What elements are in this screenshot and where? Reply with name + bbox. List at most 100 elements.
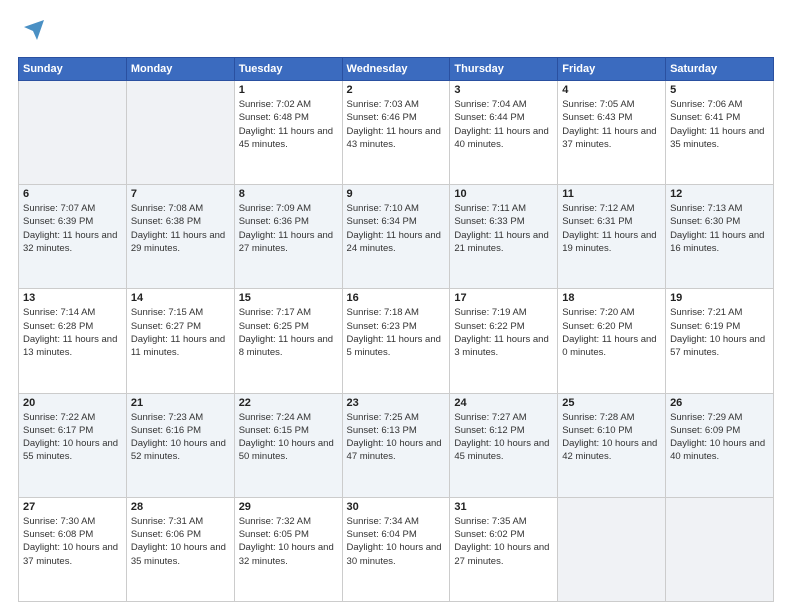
day-number: 13 [23,292,122,304]
day-info: Sunrise: 7:13 AMSunset: 6:30 PMDaylight:… [670,202,769,255]
calendar-cell: 14 Sunrise: 7:15 AMSunset: 6:27 PMDayligh… [126,289,234,393]
day-number: 17 [454,292,553,304]
day-info: Sunrise: 7:23 AMSunset: 6:16 PMDaylight:… [131,411,230,464]
day-number: 30 [347,501,446,513]
calendar-cell: 20 Sunrise: 7:22 AMSunset: 6:17 PMDayligh… [19,393,127,497]
day-info: Sunrise: 7:25 AMSunset: 6:13 PMDaylight:… [347,411,446,464]
day-number: 14 [131,292,230,304]
calendar-cell: 24 Sunrise: 7:27 AMSunset: 6:12 PMDayligh… [450,393,558,497]
day-info: Sunrise: 7:32 AMSunset: 6:05 PMDaylight:… [239,515,338,568]
weekday-header: Thursday [450,58,558,81]
day-info: Sunrise: 7:12 AMSunset: 6:31 PMDaylight:… [562,202,661,255]
day-info: Sunrise: 7:18 AMSunset: 6:23 PMDaylight:… [347,306,446,359]
day-number: 20 [23,397,122,409]
day-info: Sunrise: 7:28 AMSunset: 6:10 PMDaylight:… [562,411,661,464]
day-info: Sunrise: 7:30 AMSunset: 6:08 PMDaylight:… [23,515,122,568]
day-info: Sunrise: 7:02 AMSunset: 6:48 PMDaylight:… [239,98,338,151]
header [18,18,774,47]
day-info: Sunrise: 7:34 AMSunset: 6:04 PMDaylight:… [347,515,446,568]
day-number: 9 [347,188,446,200]
calendar-cell [126,81,234,185]
day-number: 18 [562,292,661,304]
day-number: 2 [347,84,446,96]
day-number: 21 [131,397,230,409]
calendar-cell: 18 Sunrise: 7:20 AMSunset: 6:20 PMDayligh… [558,289,666,393]
calendar-cell: 21 Sunrise: 7:23 AMSunset: 6:16 PMDayligh… [126,393,234,497]
day-number: 24 [454,397,553,409]
calendar-cell: 30 Sunrise: 7:34 AMSunset: 6:04 PMDayligh… [342,497,450,601]
calendar-cell: 22Sunrise: 7:24 AMSunset: 6:15 PMDayligh… [234,393,342,497]
day-info: Sunrise: 7:17 AMSunset: 6:25 PMDaylight:… [239,306,338,359]
calendar-cell: 19 Sunrise: 7:21 AMSunset: 6:19 PMDayligh… [666,289,774,393]
calendar-cell: 10 Sunrise: 7:11 AMSunset: 6:33 PMDayligh… [450,185,558,289]
calendar-cell: 1 Sunrise: 7:02 AMSunset: 6:48 PMDaylight… [234,81,342,185]
day-info: Sunrise: 7:21 AMSunset: 6:19 PMDaylight:… [670,306,769,359]
calendar-cell: 3 Sunrise: 7:04 AMSunset: 6:44 PMDaylight… [450,81,558,185]
page: SundayMondayTuesdayWednesdayThursdayFrid… [0,0,792,612]
day-number: 10 [454,188,553,200]
day-info: Sunrise: 7:31 AMSunset: 6:06 PMDaylight:… [131,515,230,568]
day-number: 3 [454,84,553,96]
calendar-cell: 27 Sunrise: 7:30 AMSunset: 6:08 PMDayligh… [19,497,127,601]
day-info: Sunrise: 7:35 AMSunset: 6:02 PMDaylight:… [454,515,553,568]
day-info: Sunrise: 7:05 AMSunset: 6:43 PMDaylight:… [562,98,661,151]
calendar-cell: 29 Sunrise: 7:32 AMSunset: 6:05 PMDayligh… [234,497,342,601]
day-info: Sunrise: 7:10 AMSunset: 6:34 PMDaylight:… [347,202,446,255]
calendar-cell: 2 Sunrise: 7:03 AMSunset: 6:46 PMDaylight… [342,81,450,185]
calendar-cell: 31 Sunrise: 7:35 AMSunset: 6:02 PMDayligh… [450,497,558,601]
day-info: Sunrise: 7:06 AMSunset: 6:41 PMDaylight:… [670,98,769,151]
day-number: 31 [454,501,553,513]
day-number: 15 [239,292,338,304]
calendar-cell: 25 Sunrise: 7:28 AMSunset: 6:10 PMDayligh… [558,393,666,497]
day-number: 19 [670,292,769,304]
day-info: Sunrise: 7:20 AMSunset: 6:20 PMDaylight:… [562,306,661,359]
day-number: 23 [347,397,446,409]
calendar-cell: 26 Sunrise: 7:29 AMSunset: 6:09 PMDayligh… [666,393,774,497]
weekday-header: Wednesday [342,58,450,81]
day-info: Sunrise: 7:27 AMSunset: 6:12 PMDaylight:… [454,411,553,464]
day-number: 29 [239,501,338,513]
day-number: 4 [562,84,661,96]
logo-bird-icon [22,18,46,47]
day-info: Sunrise: 7:29 AMSunset: 6:09 PMDaylight:… [670,411,769,464]
day-info: Sunrise: 7:09 AMSunset: 6:36 PMDaylight:… [239,202,338,255]
day-number: 26 [670,397,769,409]
calendar-cell: 4 Sunrise: 7:05 AMSunset: 6:43 PMDaylight… [558,81,666,185]
day-info: Sunrise: 7:14 AMSunset: 6:28 PMDaylight:… [23,306,122,359]
calendar-cell: 13 Sunrise: 7:14 AMSunset: 6:28 PMDayligh… [19,289,127,393]
day-info: Sunrise: 7:04 AMSunset: 6:44 PMDaylight:… [454,98,553,151]
day-number: 28 [131,501,230,513]
calendar-cell: 7Sunrise: 7:08 AMSunset: 6:38 PMDaylight… [126,185,234,289]
day-info: Sunrise: 7:22 AMSunset: 6:17 PMDaylight:… [23,411,122,464]
weekday-header: Friday [558,58,666,81]
day-info: Sunrise: 7:19 AMSunset: 6:22 PMDaylight:… [454,306,553,359]
day-info: Sunrise: 7:15 AMSunset: 6:27 PMDaylight:… [131,306,230,359]
day-info: Sunrise: 7:24 AMSunset: 6:15 PMDaylight:… [239,411,338,464]
day-number: 25 [562,397,661,409]
day-number: 16 [347,292,446,304]
calendar-cell [666,497,774,601]
calendar-cell: 8 Sunrise: 7:09 AMSunset: 6:36 PMDaylight… [234,185,342,289]
calendar-cell [19,81,127,185]
calendar-cell: 15 Sunrise: 7:17 AMSunset: 6:25 PMDayligh… [234,289,342,393]
day-info: Sunrise: 7:11 AMSunset: 6:33 PMDaylight:… [454,202,553,255]
day-number: 1 [239,84,338,96]
calendar-cell [558,497,666,601]
day-info: Sunrise: 7:07 AMSunset: 6:39 PMDaylight:… [23,202,122,255]
day-number: 12 [670,188,769,200]
weekday-header: Tuesday [234,58,342,81]
calendar-cell: 6Sunrise: 7:07 AMSunset: 6:39 PMDaylight… [19,185,127,289]
day-number: 8 [239,188,338,200]
calendar-table: SundayMondayTuesdayWednesdayThursdayFrid… [18,57,774,602]
day-info: Sunrise: 7:03 AMSunset: 6:46 PMDaylight:… [347,98,446,151]
calendar-cell: 28 Sunrise: 7:31 AMSunset: 6:06 PMDayligh… [126,497,234,601]
day-number: 27 [23,501,122,513]
calendar-cell: 12 Sunrise: 7:13 AMSunset: 6:30 PMDayligh… [666,185,774,289]
logo [18,18,46,47]
day-info: Sunrise: 7:08 AMSunset: 6:38 PMDaylight:… [131,202,230,255]
calendar-cell: 11Sunrise: 7:12 AMSunset: 6:31 PMDayligh… [558,185,666,289]
calendar-cell: 16 Sunrise: 7:18 AMSunset: 6:23 PMDayligh… [342,289,450,393]
weekday-header: Saturday [666,58,774,81]
calendar-cell: 17 Sunrise: 7:19 AMSunset: 6:22 PMDayligh… [450,289,558,393]
day-number: 5 [670,84,769,96]
